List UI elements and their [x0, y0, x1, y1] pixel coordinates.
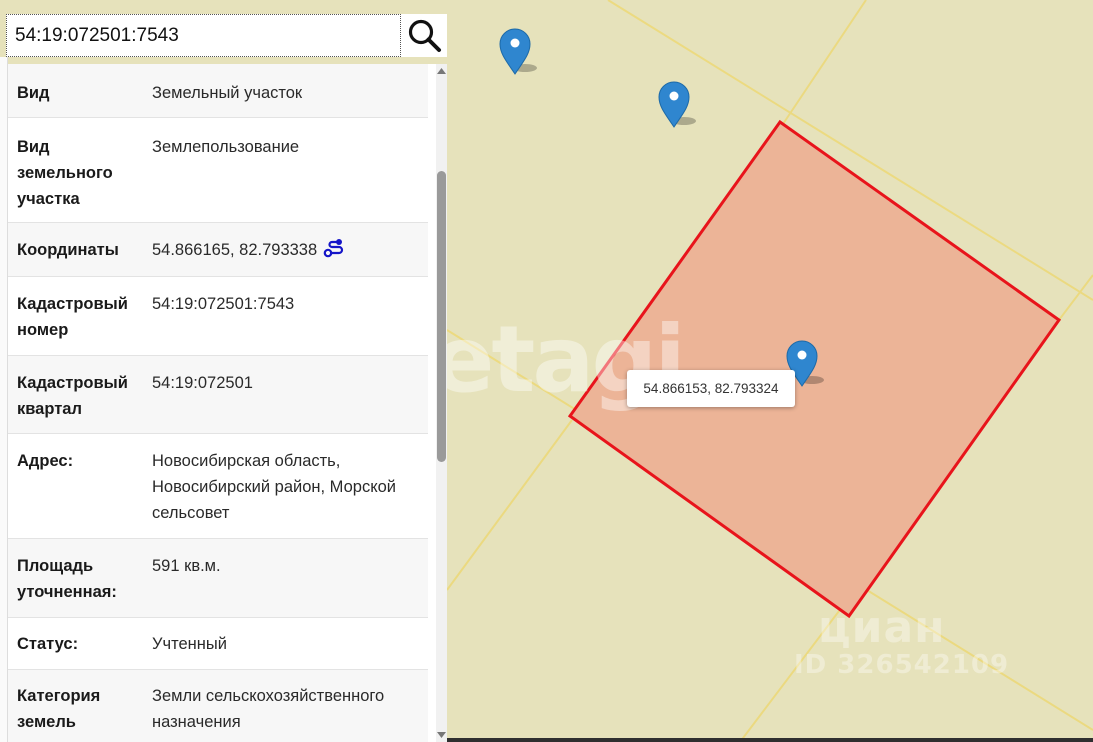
info-value: Земельный участок: [152, 84, 303, 102]
search-input[interactable]: [6, 14, 401, 57]
info-value: 54:19:072501: [152, 374, 253, 392]
info-label: Координаты: [17, 241, 119, 259]
search-button[interactable]: [403, 14, 447, 57]
info-value: 54.866165, 82.793338: [152, 241, 318, 259]
info-value: Новосибирская область, Новосибирский рай…: [152, 452, 397, 522]
info-value: Учтенный: [152, 635, 227, 653]
info-row-address: Адрес: Новосибирская область, Новосибирс…: [8, 434, 428, 539]
info-value: 54:19:072501:7543: [152, 295, 295, 313]
map-pin-icon[interactable]: [499, 28, 537, 75]
panel-scrollbar[interactable]: [436, 64, 447, 742]
info-value: Землепользование: [152, 138, 300, 156]
info-row-land-type: Вид земельного участка Землепользование: [8, 118, 428, 223]
info-label: Кадастровый номер: [17, 295, 128, 339]
cadastral-info-panel[interactable]: Вид Земельный участок Вид земельного уча…: [8, 64, 447, 742]
info-label: Статус:: [17, 635, 79, 653]
scroll-down-button[interactable]: [436, 728, 447, 742]
info-value-wrap: 54.866165, 82.793338: [152, 237, 424, 266]
search-icon: [408, 19, 441, 52]
info-row-type: Вид Земельный участок: [8, 64, 428, 118]
chevron-down-icon: [437, 732, 446, 738]
info-label: Площадь уточненная:: [17, 557, 117, 601]
parcel-polygon[interactable]: [567, 119, 1062, 619]
bottom-bar: [447, 738, 1093, 742]
info-row-land-category: Категория земель Земли сельскохозяйствен…: [8, 670, 428, 742]
info-row-cadastral-quarter: Кадастровый квартал 54:19:072501: [8, 356, 428, 434]
search-box: [6, 14, 447, 57]
info-row-cadastral-number: Кадастровый номер 54:19:072501:7543: [8, 277, 428, 356]
scroll-up-button[interactable]: [436, 64, 447, 78]
map-pin-icon[interactable]: [658, 81, 696, 128]
info-label: Кадастровый квартал: [17, 374, 128, 418]
panel-edge: [0, 57, 8, 742]
info-label: Вид земельного участка: [17, 138, 113, 208]
coordinate-popup: 54.866153, 82.793324: [627, 370, 795, 407]
info-value: Земли сельскохозяйственного назначения: [152, 687, 385, 731]
route-icon[interactable]: [323, 238, 345, 266]
info-row-status: Статус: Учтенный: [8, 618, 428, 670]
info-label: Адрес:: [17, 452, 74, 470]
info-row-area: Площадь уточненная: 591 кв.м.: [8, 539, 428, 618]
chevron-up-icon: [437, 68, 446, 74]
scrollbar-thumb[interactable]: [437, 171, 446, 462]
info-label: Вид: [17, 84, 50, 102]
info-value: 591 кв.м.: [152, 557, 221, 575]
info-row-coordinates: Координаты 54.866165, 82.793338: [8, 223, 428, 277]
info-label: Категория земель: [17, 687, 101, 731]
info-table: Вид Земельный участок Вид земельного уча…: [8, 64, 428, 742]
